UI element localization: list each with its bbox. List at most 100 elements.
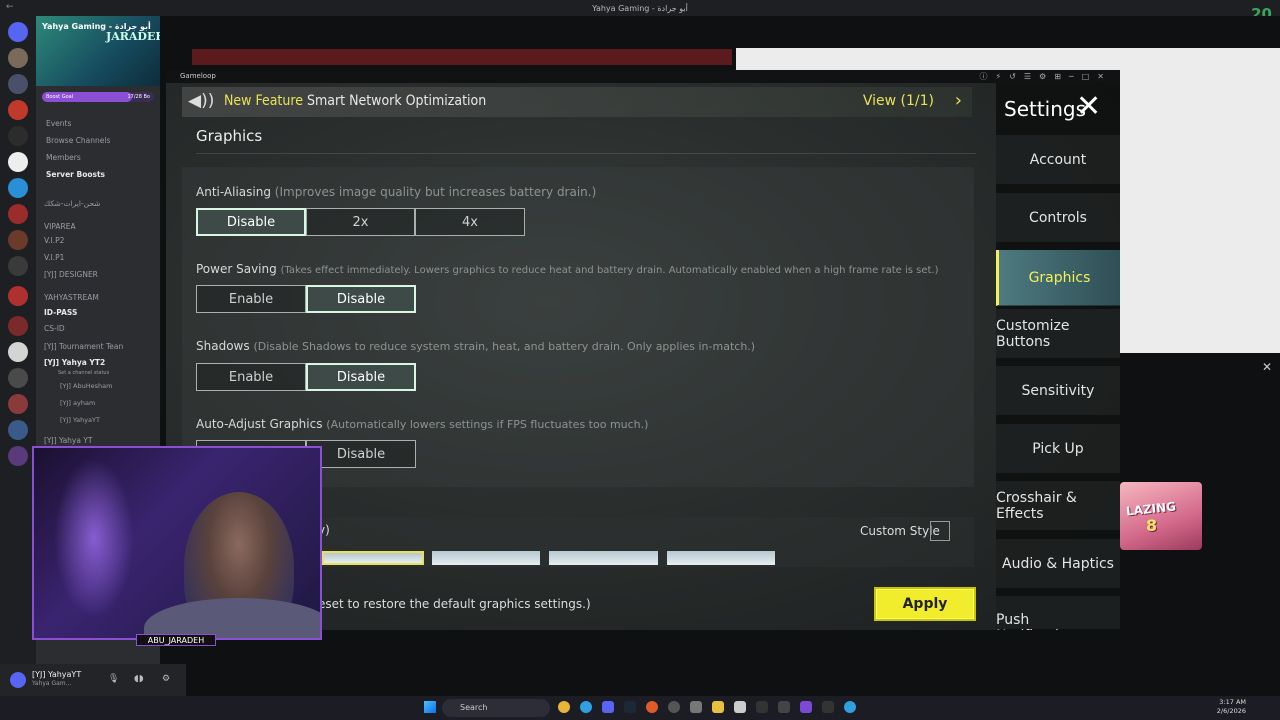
file-explorer-icon[interactable]	[712, 701, 724, 713]
boost-goal-bar[interactable]: Boost Goal 17/28 Bo	[42, 92, 154, 102]
app-icon[interactable]	[734, 701, 746, 713]
headphones-icon[interactable]: ◖◗	[134, 674, 143, 684]
style-thumbnail[interactable]	[549, 551, 658, 565]
channel-events[interactable]: Events	[46, 119, 71, 128]
category-yahyastream[interactable]: YAHYASTREAM	[44, 293, 99, 302]
option-button[interactable]: 4x	[415, 208, 525, 236]
channel-server-boosts[interactable]: Server Boosts	[46, 170, 105, 179]
style-thumbnail[interactable]	[667, 551, 775, 565]
voice-channel[interactable]: [YJ] DESIGNER	[44, 270, 98, 279]
menu-item-audio-haptics[interactable]: Audio & Haptics	[996, 539, 1120, 589]
style-thumbnail[interactable]	[432, 551, 540, 565]
custom-style-label: Custom Style	[860, 524, 940, 538]
server-banner[interactable]: Yahya Gaming - أبو جرادة JARADEH	[36, 16, 166, 86]
feature-banner[interactable]: ◀)) New Feature Smart Network Optimizati…	[182, 87, 972, 117]
server-icon[interactable]	[8, 178, 28, 198]
window-controls[interactable]: ⓘ⚡↺☰⚙⊞─□✕	[980, 70, 1112, 83]
option-button[interactable]: Enable	[196, 285, 306, 313]
category-vip-area[interactable]: VIPAREA	[44, 222, 76, 231]
app-icon[interactable]	[690, 701, 702, 713]
desktop: ← Yahya Gaming - أبو جرادة 20 Yahya Gami…	[0, 0, 1280, 720]
windows-start-icon[interactable]	[424, 701, 436, 713]
app-icon[interactable]	[822, 701, 834, 713]
system-clock[interactable]: 3:17 AM 2/6/2026	[1217, 698, 1246, 716]
voice-channel[interactable]: [YJ] Tournament Tean	[44, 342, 123, 351]
close-icon[interactable]: ✕	[1076, 89, 1101, 124]
server-icon[interactable]	[8, 394, 28, 414]
server-icon[interactable]	[8, 204, 28, 224]
option-title: Auto-Adjust Graphics	[196, 417, 323, 431]
custom-style-checkbox[interactable]	[930, 521, 950, 541]
edge-icon[interactable]	[580, 701, 592, 713]
user-name[interactable]: [YJ] YahyaYT	[32, 670, 81, 679]
avatar[interactable]	[10, 672, 26, 688]
steam-icon[interactable]	[624, 701, 636, 713]
option-button[interactable]: Disable	[196, 208, 306, 236]
server-icon[interactable]	[8, 100, 28, 120]
server-icon[interactable]	[8, 152, 28, 172]
server-icon[interactable]	[8, 230, 28, 250]
app-icon[interactable]	[668, 701, 680, 713]
voice-member[interactable]: [YJ] ayham	[60, 399, 95, 407]
app-icon[interactable]	[778, 701, 790, 713]
server-icon[interactable]	[8, 74, 28, 94]
back-arrow-icon[interactable]: ←	[6, 2, 14, 12]
option-button[interactable]: 2x	[306, 208, 415, 236]
shadows-selector: Enable Disable	[196, 363, 416, 391]
view-link[interactable]: View (1/1)	[863, 93, 934, 109]
user-status: Yahya Gam...	[32, 680, 72, 687]
server-icon[interactable]	[8, 126, 28, 146]
reset-hint: eset to restore the default graphics set…	[318, 597, 591, 611]
option-button[interactable]: Disable	[306, 440, 416, 468]
channel-status[interactable]: Set a channel status	[58, 370, 109, 376]
user-panel: [YJ] YahyaYT Yahya Gam... 🎙 ◖◗ ⚙	[0, 664, 186, 696]
option-button[interactable]: Enable	[196, 363, 306, 391]
voice-channel[interactable]: [YJ] Yahya YT	[44, 436, 93, 445]
server-icon[interactable]	[8, 48, 28, 68]
server-icon[interactable]	[8, 420, 28, 440]
voice-channel-active[interactable]: [YJ] Yahya YT2	[44, 358, 105, 367]
gameloop-icon[interactable]	[844, 701, 856, 713]
channel-members[interactable]: Members	[46, 153, 81, 162]
channel-item[interactable]: شحن-ايرات-شكك	[44, 199, 100, 208]
voice-channel[interactable]: V.I.P1	[44, 253, 64, 262]
channel-browse[interactable]: Browse Channels	[46, 136, 110, 145]
background-banner	[192, 49, 732, 65]
option-button[interactable]: Disable	[306, 285, 416, 313]
server-icon[interactable]	[8, 368, 28, 388]
server-icon[interactable]	[8, 316, 28, 336]
app-icon[interactable]	[756, 701, 768, 713]
server-icon[interactable]	[8, 446, 28, 466]
chrome-icon[interactable]	[558, 701, 570, 713]
server-icon[interactable]	[8, 256, 28, 276]
close-icon[interactable]: ✕	[1262, 360, 1272, 374]
menu-item-controls[interactable]: Controls	[996, 193, 1120, 243]
ad-thumbnail[interactable]: LAZING 8	[1120, 482, 1202, 550]
chevron-right-icon[interactable]: ›	[955, 90, 962, 111]
taskbar-search[interactable]: Search	[442, 699, 550, 717]
apply-button[interactable]: Apply	[874, 587, 976, 621]
style-thumbnail-selected[interactable]	[322, 551, 424, 565]
app-icon[interactable]	[646, 701, 658, 713]
app-icon[interactable]	[800, 701, 812, 713]
menu-item-graphics[interactable]: Graphics	[996, 250, 1120, 306]
menu-item-sensitivity[interactable]: Sensitivity	[996, 366, 1120, 416]
voice-channel[interactable]: V.I.P2	[44, 236, 64, 245]
discord-icon[interactable]	[602, 701, 614, 713]
voice-member[interactable]: [YJ] YahyaYT	[60, 416, 100, 424]
menu-item-customize-buttons[interactable]: Customize Buttons	[996, 309, 1120, 359]
server-icon[interactable]	[8, 342, 28, 362]
boost-goal-label: Boost Goal	[46, 94, 74, 100]
menu-item-crosshair-effects[interactable]: Crosshair & Effects	[996, 481, 1120, 531]
discord-home-icon[interactable]	[8, 22, 28, 42]
channel-id-pass[interactable]: ID-PASS	[44, 308, 77, 317]
channel-cs-id[interactable]: CS-ID	[44, 324, 65, 333]
menu-item-account[interactable]: Account	[996, 135, 1120, 185]
microphone-icon[interactable]: 🎙	[108, 674, 119, 684]
menu-item-push-notifications[interactable]: Push Notifications	[996, 596, 1120, 630]
option-button[interactable]: Disable	[306, 363, 416, 391]
menu-item-pick-up[interactable]: Pick Up	[996, 424, 1120, 474]
voice-member[interactable]: [YJ] AbuHesham	[60, 382, 112, 390]
server-icon[interactable]	[8, 286, 28, 306]
gear-icon[interactable]: ⚙	[162, 674, 170, 684]
